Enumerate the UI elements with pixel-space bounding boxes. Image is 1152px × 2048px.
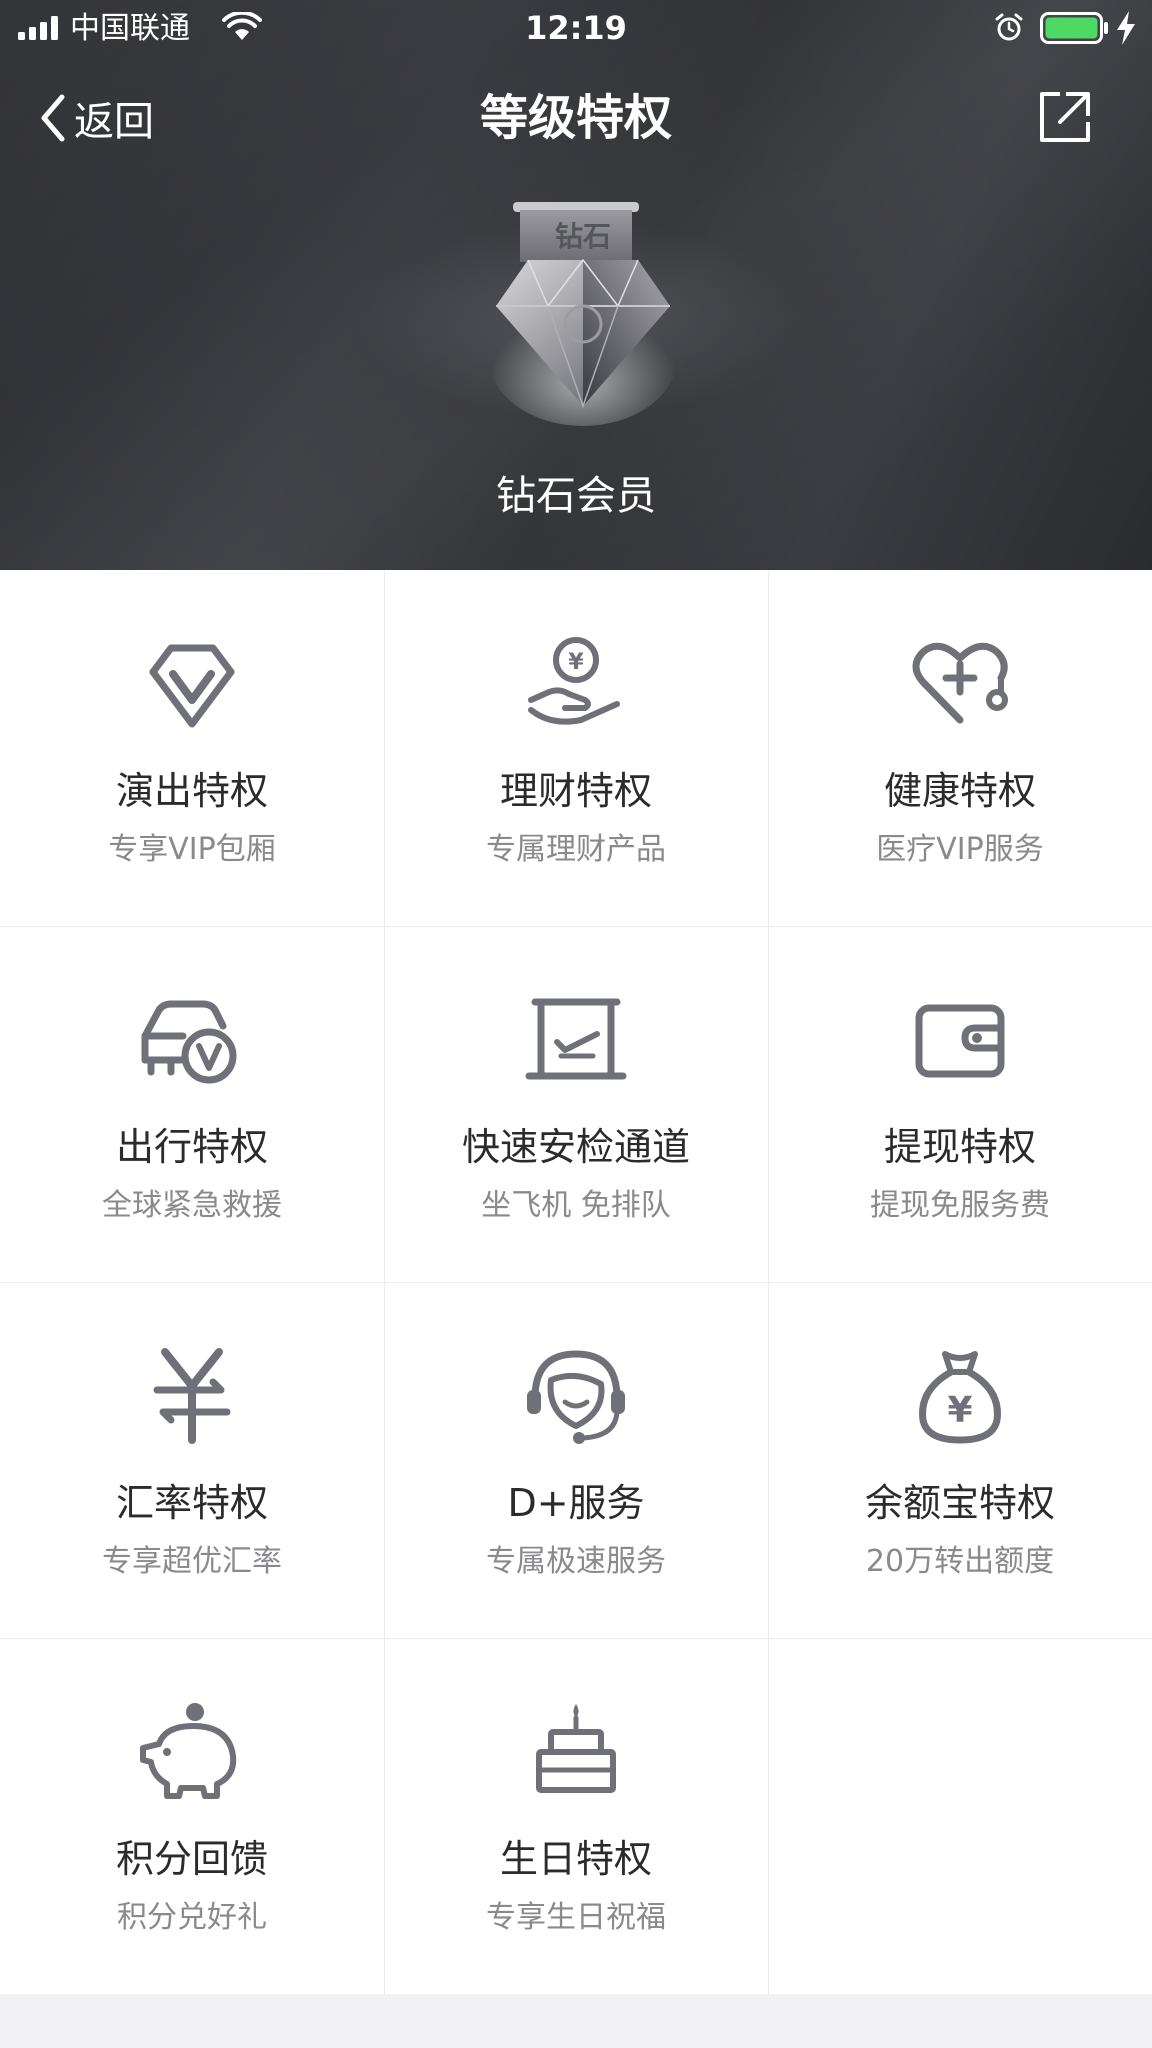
airport-gate-icon: [525, 998, 627, 1080]
privilege-title: 提现特权: [883, 1125, 1036, 1169]
privilege-item-birthday[interactable]: 生日特权 专享生日祝福: [384, 1638, 768, 1994]
alarm-clock-icon: [995, 13, 1023, 41]
car-v-icon: [141, 1000, 237, 1084]
privilege-item-wealth[interactable]: ¥ 理财特权 专属理财产品: [384, 570, 768, 926]
hero-header: 中国联通 12:19 返回 等级特权 钻石 钻石会员: [0, 0, 1152, 570]
page-title: 等级特权: [479, 90, 672, 146]
privilege-subtitle: 全球紧急救援: [102, 1188, 282, 1223]
badge-text: 钻石: [555, 220, 611, 253]
yuan-exchange-icon: [153, 1348, 231, 1444]
headset-agent-icon: [527, 1350, 625, 1444]
wallet-icon: [915, 1004, 1005, 1078]
member-level-label: 钻石会员: [496, 473, 656, 519]
privilege-title: 快速安检通道: [461, 1125, 690, 1169]
diamond-v-icon: [149, 644, 235, 728]
privilege-subtitle: 专享VIP包厢: [108, 832, 276, 867]
privilege-subtitle: 专属理财产品: [486, 832, 666, 867]
privilege-subtitle: 医疗VIP服务: [876, 832, 1044, 867]
privilege-subtitle: 积分兑好礼: [117, 1900, 267, 1935]
piggy-bank-icon: [140, 1703, 237, 1799]
privilege-subtitle: 坐飞机 免排队: [481, 1188, 671, 1223]
navigation-bar: 返回 等级特权: [0, 70, 1152, 164]
privilege-subtitle: 提现免服务费: [870, 1188, 1050, 1223]
privilege-item-health[interactable]: 健康特权 医疗VIP服务: [768, 570, 1152, 926]
svg-text:¥: ¥: [947, 1390, 972, 1431]
page-bottom-background: [0, 1994, 1152, 2048]
privilege-title: 积分回馈: [115, 1837, 268, 1881]
privilege-item-performance[interactable]: 演出特权 专享VIP包厢: [0, 570, 384, 926]
battery-icon: [1040, 12, 1108, 44]
privilege-title: 余额宝特权: [864, 1481, 1055, 1525]
privilege-title: 生日特权: [499, 1837, 652, 1881]
privilege-subtitle: 专属极速服务: [486, 1544, 666, 1579]
privilege-item-exchange-rate[interactable]: 汇率特权 专享超优汇率: [0, 1282, 384, 1638]
privilege-title: D+服务: [507, 1481, 645, 1525]
privilege-title: 汇率特权: [115, 1481, 268, 1525]
app-root: 中国联通 12:19 返回 等级特权 钻石 钻石会员 演出特权 专享VIP包厢 …: [0, 0, 1152, 2048]
privileges-grid: 演出特权 专享VIP包厢 ¥ 理财特权 专属理财产品 健康特权 医疗VIP服务: [0, 570, 1152, 1994]
privilege-item-travel[interactable]: 出行特权 全球紧急救援: [0, 926, 384, 1282]
privilege-item-security-lane[interactable]: 快速安检通道 坐飞机 免排队: [384, 926, 768, 1282]
privilege-subtitle: 专享生日祝福: [486, 1900, 666, 1935]
privilege-item-d-plus[interactable]: D+服务 专属极速服务: [384, 1282, 768, 1638]
privilege-subtitle: 20万转出额度: [865, 1544, 1055, 1579]
privilege-item-withdrawal[interactable]: 提现特权 提现免服务费: [768, 926, 1152, 1282]
svg-text:¥: ¥: [568, 650, 584, 675]
hand-coin-icon: ¥: [528, 637, 620, 725]
share-icon[interactable]: [1036, 88, 1094, 146]
privilege-item-yuebao[interactable]: ¥ 余额宝特权 20万转出额度: [768, 1282, 1152, 1638]
status-time: 12:19: [525, 9, 627, 47]
charging-bolt-icon: [1117, 11, 1135, 45]
birthday-cake-icon: [536, 1704, 616, 1793]
privilege-title: 理财特权: [499, 769, 652, 813]
privilege-title: 健康特权: [883, 769, 1036, 813]
diamond-member-badge-icon: 钻石: [488, 202, 678, 426]
privilege-title: 演出特权: [115, 769, 268, 813]
privilege-item-points[interactable]: 积分回馈 积分兑好礼: [0, 1638, 384, 1994]
money-bag-icon: ¥: [919, 1351, 1001, 1444]
status-bar: 中国联通 12:19: [0, 0, 1152, 58]
stethoscope-icon: [912, 642, 1008, 724]
privilege-title: 出行特权: [115, 1125, 268, 1169]
privilege-subtitle: 专享超优汇率: [102, 1544, 282, 1579]
